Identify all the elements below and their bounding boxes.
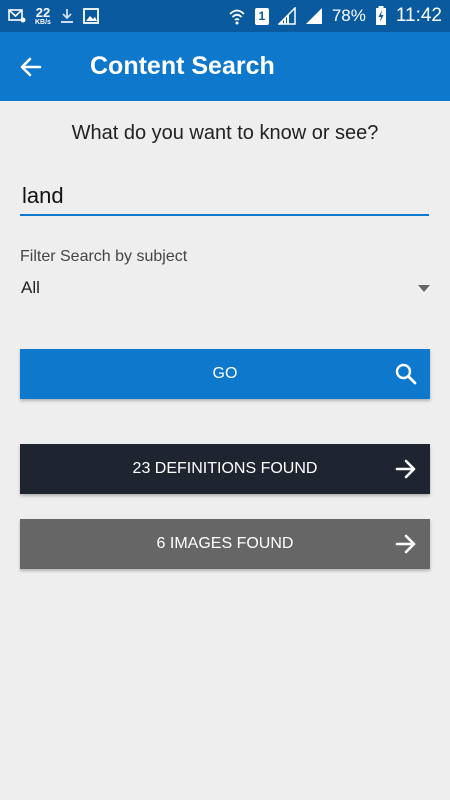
filter-selected-value: All xyxy=(21,278,40,297)
back-button[interactable] xyxy=(2,32,60,101)
images-found-label: 6 IMAGES FOUND xyxy=(156,535,294,552)
signal-icon xyxy=(277,7,296,25)
subject-filter-dropdown[interactable]: All xyxy=(20,274,432,302)
download-icon xyxy=(60,8,74,24)
go-button-label: GO xyxy=(212,365,238,382)
definitions-found-label: 23 DEFINITIONS FOUND xyxy=(132,460,318,477)
definitions-found-button[interactable]: 23 DEFINITIONS FOUND xyxy=(20,444,430,494)
net-speed-unit: KB/s xyxy=(35,19,51,26)
net-speed-value: 22 xyxy=(35,5,51,20)
dropdown-arrow-icon xyxy=(418,284,430,292)
status-right: 1 78% 11:42 xyxy=(228,5,442,27)
clock: 11:42 xyxy=(395,5,442,26)
status-left: 22 KB/s xyxy=(8,6,99,26)
battery-percent: 78% xyxy=(331,6,366,25)
arrow-right-icon xyxy=(394,532,418,556)
app-bar: Content Search xyxy=(0,32,450,101)
filter-label: Filter Search by subject xyxy=(20,248,188,265)
images-found-button[interactable]: 6 IMAGES FOUND xyxy=(20,519,430,569)
signal-icon-2 xyxy=(305,7,323,25)
search-icon xyxy=(394,362,418,386)
search-prompt: What do you want to know or see? xyxy=(71,122,379,144)
mail-notification-icon xyxy=(8,9,26,23)
wifi-icon xyxy=(228,7,246,25)
image-icon xyxy=(83,8,99,24)
sim-slot-badge: 1 xyxy=(254,7,269,25)
arrow-left-icon xyxy=(20,56,42,78)
search-input[interactable] xyxy=(20,178,429,216)
status-bar: 22 KB/s 1 78% 11:42 xyxy=(0,0,450,32)
arrow-right-icon xyxy=(394,457,418,481)
go-button[interactable]: GO xyxy=(20,349,430,399)
page-title: Content Search xyxy=(90,52,275,80)
battery-charging-icon xyxy=(375,6,387,26)
network-speed: 22 KB/s xyxy=(35,6,51,26)
